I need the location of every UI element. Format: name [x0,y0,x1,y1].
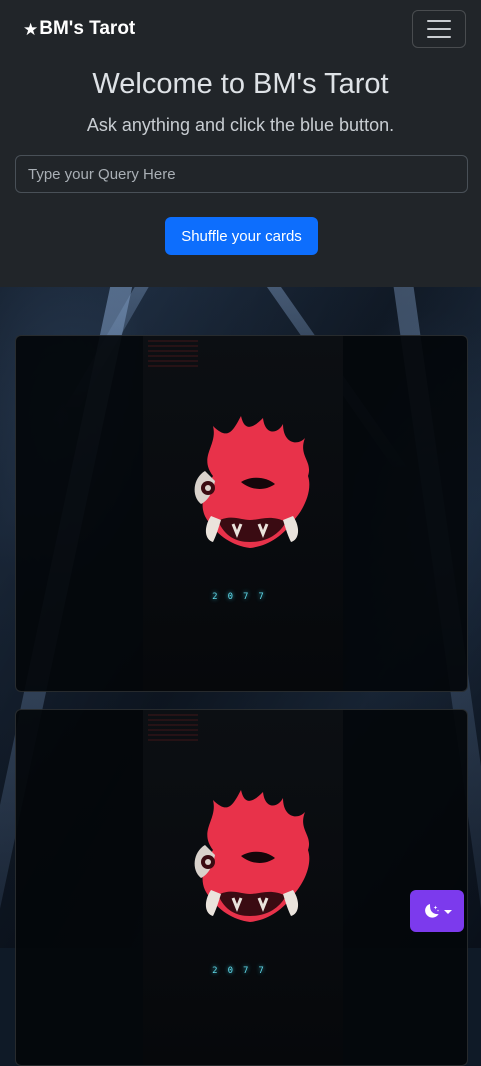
hamburger-icon-line [427,36,451,38]
shuffle-cards-button[interactable]: Shuffle your cards [165,217,318,255]
samurai-mask-icon [194,790,310,922]
tarot-card[interactable]: 2077 [15,709,468,1066]
card-image: 2077 [143,336,343,691]
glitch-decoration [148,340,198,370]
navbar: ★ BM's Tarot [0,0,481,62]
chevron-down-icon [443,910,452,914]
navbar-toggler-button[interactable] [412,10,466,48]
card-caption: 2077 [212,966,274,976]
star-icon: ★ [23,19,39,39]
brand-text: BM's Tarot [39,18,136,39]
page-title: Welcome to BM's Tarot [92,68,389,100]
brand-link[interactable]: ★ BM's Tarot [23,18,135,40]
samurai-mask-icon [194,416,310,548]
page-subtitle: Ask anything and click the blue button. [86,115,395,135]
card-image: 2077 [143,710,343,1065]
hamburger-icon-line [427,20,451,22]
glitch-decoration [148,714,198,744]
hamburger-icon-line [427,28,451,30]
query-input[interactable] [15,155,468,193]
card-caption: 2077 [212,592,274,602]
tarot-card[interactable]: 2077 [15,335,468,692]
moon-stars-icon [424,904,439,918]
theme-toggle-button[interactable] [410,890,464,932]
query-panel: Welcome to BM's Tarot Ask anything and c… [0,62,481,287]
